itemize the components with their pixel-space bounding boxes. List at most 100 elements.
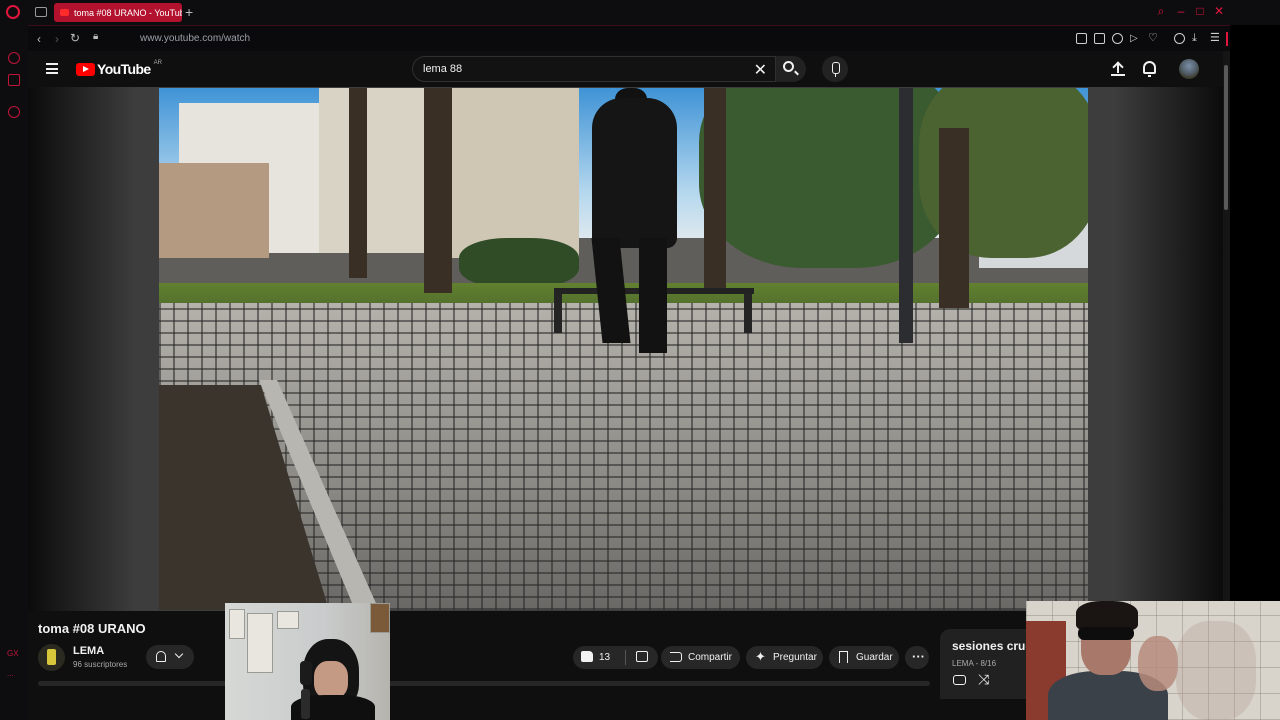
back-arrow-icon[interactable]: ‹ (37, 32, 41, 46)
save-label: Guardar (856, 652, 893, 663)
video-frame-bench-leg (554, 293, 562, 333)
url-field[interactable]: www.youtube.com/watch (140, 33, 250, 44)
video-frame-tree-trunk (424, 88, 452, 293)
sidebar-more-icon[interactable]: ... (7, 669, 14, 678)
tab-islands-icon[interactable] (35, 7, 47, 17)
account-avatar[interactable] (1179, 59, 1199, 79)
search-input[interactable]: lema 88 ✕ (412, 56, 776, 82)
bell-icon (156, 651, 166, 662)
ask-label: Preguntar (773, 652, 817, 663)
account-icon[interactable] (1174, 33, 1185, 44)
video-frame-bench-leg (744, 293, 752, 333)
video-frame-tree-trunk (704, 88, 726, 293)
forward-arrow-icon[interactable]: › (55, 32, 59, 46)
video-frame-person-leg (591, 238, 631, 343)
sparkle-icon: ✦ (755, 649, 766, 664)
notifications-bell-icon[interactable] (1143, 61, 1156, 77)
youtube-logo[interactable]: YouTube AR (76, 60, 162, 77)
video-frame-pole (899, 88, 913, 343)
close-window-icon[interactable]: ✕ (1213, 5, 1225, 17)
guide-menu-icon[interactable] (46, 63, 58, 74)
new-tab-plus-icon[interactable]: + (185, 4, 193, 20)
wall-poster (229, 609, 245, 639)
clear-search-icon[interactable]: ✕ (754, 60, 767, 80)
lock-icon: 🔒︎ (93, 31, 99, 42)
voice-search-mic-icon[interactable] (822, 56, 848, 82)
video-player[interactable] (159, 88, 1088, 610)
webcam-overlay-streamer (225, 603, 390, 720)
ask-button[interactable]: ✦ Preguntar (746, 646, 823, 669)
browser-tab-active[interactable]: toma #08 URANO - YouTube (54, 3, 182, 22)
maximize-window-icon[interactable]: □ (1194, 5, 1206, 17)
chevron-down-icon (174, 649, 184, 659)
guest-hand (1138, 636, 1178, 691)
video-frame-hedge (459, 238, 579, 288)
playlist-panel[interactable]: sesiones crudas LEMA - 8/16 ⤨ (940, 629, 1030, 699)
easy-setup-menu-icon[interactable]: ☰ (1210, 33, 1221, 44)
more-horizontal-icon: ··· (912, 649, 925, 664)
video-frame-person-body (592, 98, 677, 248)
video-frame-person (587, 88, 682, 358)
shield-icon[interactable] (1112, 33, 1123, 44)
video-frame-building (449, 88, 579, 258)
accent-bar (1226, 32, 1228, 46)
playlist-title: sesiones crudas (952, 639, 1030, 653)
video-frame-tree-trunk (939, 128, 969, 308)
wall-poster (247, 613, 273, 673)
send-icon[interactable]: ▷ (1130, 33, 1141, 44)
browser-sidebar: GX ... (0, 25, 28, 720)
sidebar-speed-dial-icon[interactable] (8, 52, 20, 64)
more-actions-button[interactable]: ··· (905, 646, 929, 669)
shuffle-icon[interactable]: ⤨ (978, 671, 989, 688)
reload-icon[interactable]: ↻ (70, 31, 80, 45)
youtube-logo-text: YouTube (97, 61, 151, 77)
sidebar-gx-badge[interactable]: GX (7, 649, 19, 658)
search-icon (783, 61, 794, 72)
search-button[interactable] (776, 56, 806, 82)
sidebar-bag-icon[interactable] (8, 74, 20, 86)
download-icon[interactable]: ⤓ (1192, 33, 1203, 44)
save-bookmark-icon (839, 651, 848, 663)
save-button[interactable]: Guardar (829, 646, 899, 669)
bookmark-icon[interactable] (1076, 33, 1087, 44)
thumbs-down-icon[interactable] (636, 651, 648, 662)
like-count[interactable]: 13 (599, 652, 610, 663)
minimize-window-icon[interactable]: – (1175, 5, 1187, 17)
sunglasses-icon (1078, 627, 1134, 640)
youtube-masthead: YouTube AR lema 88 ✕ (28, 51, 1223, 87)
browser-tab-strip: toma #08 URANO - YouTube + ⌕ – □ ✕ (0, 0, 1280, 25)
wall-frame (370, 603, 390, 633)
like-divider (625, 650, 626, 665)
address-bar: ‹ › ↻ 🔒︎ www.youtube.com/watch ▷ ♡ ⤓ ☰ (28, 25, 1230, 51)
channel-avatar[interactable] (38, 644, 65, 671)
heart-icon[interactable]: ♡ (1148, 33, 1159, 44)
share-button[interactable]: Compartir (661, 646, 740, 669)
sidebar-history-icon[interactable] (8, 106, 20, 118)
playlist-meta: LEMA - 8/16 (952, 659, 997, 668)
snapshot-icon[interactable] (1094, 33, 1105, 44)
tab-title: toma #08 URANO - YouTube (74, 7, 182, 18)
description-box[interactable] (38, 681, 930, 686)
youtube-play-logo-icon (76, 62, 95, 76)
youtube-favicon-icon (60, 9, 69, 16)
loop-icon[interactable] (953, 675, 966, 685)
motion-blur (1176, 621, 1256, 720)
scrollbar-thumb[interactable] (1224, 65, 1228, 210)
channel-name[interactable]: LEMA (73, 645, 104, 657)
search-query-text: lema 88 (423, 63, 463, 75)
opera-logo-icon[interactable] (6, 5, 20, 19)
search-tabs-icon[interactable]: ⌕ (1155, 5, 1167, 17)
microphone-icon (301, 689, 310, 719)
subscription-notifications-button[interactable] (146, 645, 194, 669)
wall-poster (277, 611, 299, 629)
streamer-face (314, 661, 348, 699)
share-label: Compartir (688, 652, 732, 663)
share-arrow-icon (670, 652, 682, 662)
subscriber-count: 96 suscriptores (73, 660, 128, 669)
video-title: toma #08 URANO (38, 621, 146, 636)
like-dislike-button-group: 13 (573, 646, 658, 669)
video-frame-building (159, 163, 269, 258)
video-frame-person-leg (639, 238, 667, 353)
thumbs-up-icon[interactable] (581, 651, 593, 662)
video-frame-tree-trunk (349, 88, 367, 278)
